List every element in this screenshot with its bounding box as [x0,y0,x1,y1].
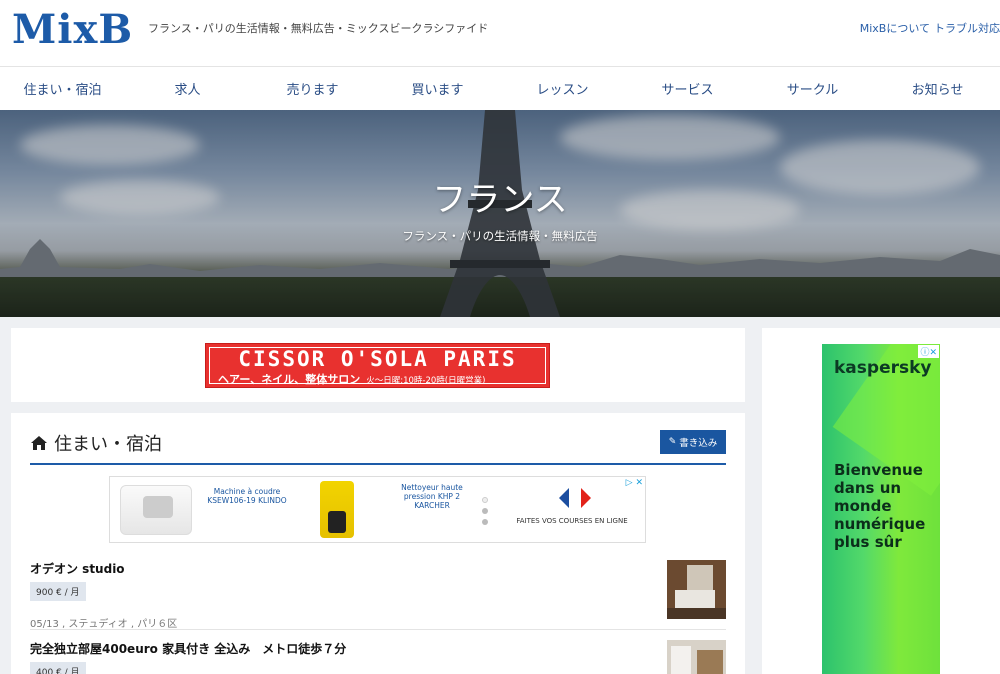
product2-label[interactable]: Nettoyeur haute pression KHP 2 KARCHER [396,483,468,510]
listing-thumbnail[interactable] [667,640,726,674]
post-button[interactable]: ✎ 書き込み [660,430,726,454]
nav-item-circles[interactable]: サークル [750,67,875,110]
site-tagline: フランス・パリの生活情報・無料広告・ミックスビークラシファイド [148,22,489,35]
ad-choices-icon[interactable]: ▷ ✕ [626,478,643,488]
hero-banner: フランス フランス・パリの生活情報・無料広告 [0,110,1000,317]
salon-ad-banner[interactable]: CISSOR O'SOLA PARIS ヘアー、ネイル、整体サロン 火～日曜:10… [205,343,550,388]
product-ad-strip[interactable]: Machine à coudre KSEW106-19 KLINDO Netto… [109,476,646,543]
section-title: 住まい・宿泊 [54,434,162,455]
about-link[interactable]: MixBについて [860,22,930,35]
salon-ad-line: ヘアー、ネイル、整体サロン 火～日曜:10時-20時(日曜営業) [218,373,486,386]
header-links: MixBについて トラブル対応 [856,20,1000,36]
home-icon [31,436,47,450]
pressure-washer-image [320,481,354,538]
trouble-link[interactable]: トラブル対応 [934,22,1000,35]
site-logo[interactable]: MixB [12,6,133,53]
listing-divider [30,629,726,630]
carrefour-logo [559,488,591,508]
nav-item-services[interactable]: サービス [625,67,750,110]
edit-icon: ✎ [668,437,677,447]
kaspersky-ad-text: Bienvenue dans un monde numérique plus s… [834,461,926,551]
nav-item-news[interactable]: お知らせ [875,67,1000,110]
listings-panel: 住まい・宿泊 ✎ 書き込み Machine à coudre KSEW106-1… [11,413,745,674]
nav-item-buy[interactable]: 買います [375,67,500,110]
kaspersky-ad[interactable]: kaspersky ⓘ✕ Bienvenue dans un monde num… [822,344,940,674]
section-heading: 住まい・宿泊 [30,430,162,456]
right-sidebar: kaspersky ⓘ✕ Bienvenue dans un monde num… [762,328,1000,674]
kaspersky-logo: kaspersky [834,358,932,378]
price-badge: 400 € / 月 [30,662,86,674]
site-header: MixB フランス・パリの生活情報・無料広告・ミックスビークラシファイド Mix… [0,0,1000,66]
section-divider [30,463,726,465]
hero-subtitle: フランス・パリの生活情報・無料広告 [402,229,598,243]
main-nav: 住まい・宿泊 求人 売ります 買います レッスン サービス サークル お知らせ [0,66,1000,110]
price-badge: 900 € / 月 [30,582,86,601]
banner-ad-box: CISSOR O'SOLA PARIS ヘアー、ネイル、整体サロン 火～日曜:10… [11,328,745,402]
nav-item-housing[interactable]: 住まい・宿泊 [0,67,125,110]
listing-title[interactable]: 完全独立部屋400euro 家具付き 全込み メトロ徒歩７分 [30,640,726,657]
listing-thumbnail[interactable] [667,560,726,619]
carousel-dots[interactable] [482,497,488,530]
list-item: オデオン studio 900 € / 月 05/13 , ステュディオ , パ… [30,560,726,630]
listing-meta: 05/13 , ステュディオ , パリ６区 [30,619,178,630]
sewing-machine-image [120,485,192,535]
product1-label[interactable]: Machine à coudre KSEW106-19 KLINDO [202,487,292,505]
nav-item-jobs[interactable]: 求人 [125,67,250,110]
nav-item-sell[interactable]: 売ります [250,67,375,110]
ad-slogan: FAITES VOS COURSES EN LIGNE [516,517,628,525]
post-button-label: 書き込み [679,438,718,449]
hero-title: フランス [432,180,568,220]
listing-title[interactable]: オデオン studio [30,560,726,577]
list-item: 完全独立部屋400euro 家具付き 全込み メトロ徒歩７分 400 € / 月 [30,640,726,674]
ad-close-icon[interactable]: ⓘ✕ [918,345,939,358]
nav-item-lessons[interactable]: レッスン [500,67,625,110]
salon-ad-title: CISSOR O'SOLA PARIS [238,347,517,371]
